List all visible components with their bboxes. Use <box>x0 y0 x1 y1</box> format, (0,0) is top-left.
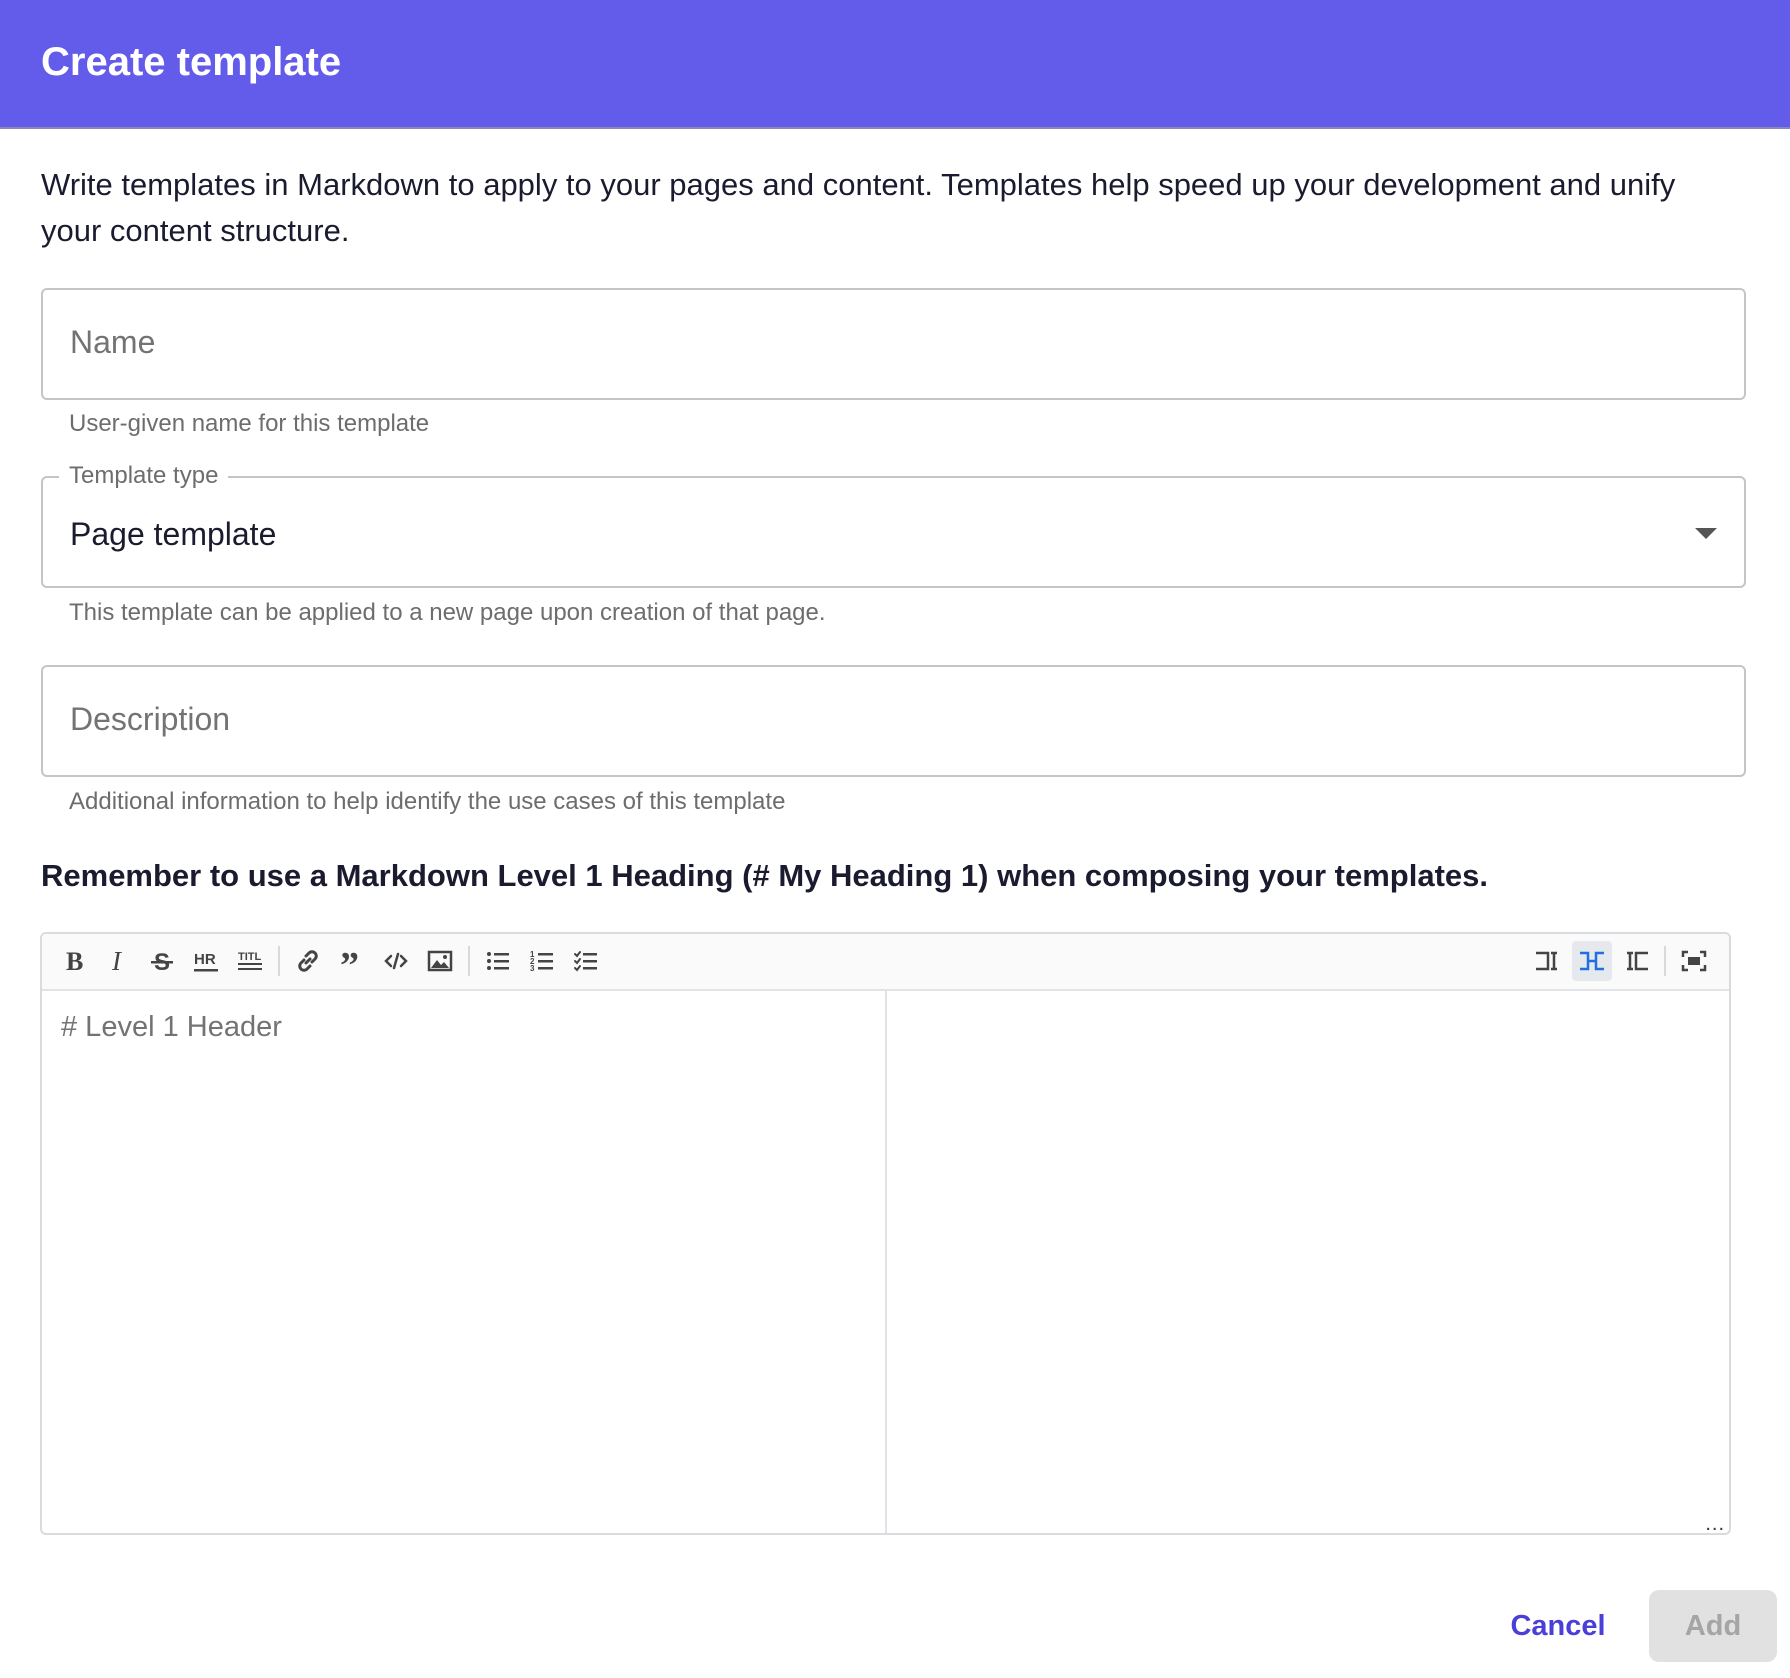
image-icon[interactable] <box>420 941 460 981</box>
name-field[interactable]: Name <box>41 288 1746 400</box>
template-type-helper-text: This template can be applied to a new pa… <box>69 599 826 626</box>
template-type-value: Page template <box>70 516 277 552</box>
fullscreen-icon[interactable] <box>1674 941 1714 981</box>
bulleted-list-icon[interactable] <box>478 941 518 981</box>
svg-text:B: B <box>66 948 83 974</box>
add-button[interactable]: Add <box>1649 1590 1777 1662</box>
numbered-list-icon[interactable]: 123 <box>522 941 562 981</box>
title-icon[interactable]: TITL <box>230 941 270 981</box>
link-icon[interactable] <box>288 941 328 981</box>
resize-handle-icon[interactable]: ... <box>1705 1514 1725 1533</box>
strikethrough-icon[interactable]: S <box>142 941 182 981</box>
code-icon[interactable] <box>376 941 416 981</box>
svg-text:HR: HR <box>194 951 216 968</box>
description-placeholder: Description <box>70 701 231 737</box>
name-placeholder: Name <box>70 324 156 360</box>
intro-text: Write templates in Markdown to apply to … <box>41 167 1676 248</box>
template-type-select[interactable]: Template type Page template <box>41 462 1746 588</box>
side-by-side-icon[interactable] <box>1572 941 1612 981</box>
toolbar-separator <box>278 946 280 976</box>
toolbar-separator <box>1664 946 1666 976</box>
name-helper-text: User-given name for this template <box>69 410 430 437</box>
markdown-editor: B I S HR TITL ” 1 2 3 # Level 1 Header .… <box>40 932 1731 1535</box>
toolbar-separator <box>468 946 470 976</box>
template-type-label: Template type <box>59 462 229 490</box>
dialog-title: Create template <box>41 40 342 84</box>
italic-icon[interactable]: I <box>98 941 138 981</box>
markdown-preview-pane: ... <box>889 991 1729 1533</box>
bold-icon[interactable]: B <box>54 941 94 981</box>
preview-only-icon[interactable] <box>1616 941 1656 981</box>
description-field[interactable]: Description <box>41 665 1746 777</box>
horizontal-rule-icon[interactable]: HR <box>186 941 226 981</box>
cancel-button[interactable]: Cancel <box>1490 1590 1626 1662</box>
svg-text:TITL: TITL <box>238 951 261 963</box>
editor-placeholder: # Level 1 Header <box>61 1011 282 1043</box>
markdown-input-pane[interactable]: # Level 1 Header <box>42 991 887 1533</box>
checklist-icon[interactable] <box>566 941 606 981</box>
chevron-down-icon[interactable] <box>1695 528 1717 539</box>
editor-toolbar: B I S HR TITL ” 1 2 3 <box>42 934 1729 991</box>
svg-text:3: 3 <box>530 964 535 973</box>
svg-text:”: ” <box>340 948 359 974</box>
markdown-reminder: Remember to use a Markdown Level 1 Headi… <box>41 858 1488 893</box>
svg-text:I: I <box>111 948 123 974</box>
editor-only-icon[interactable] <box>1528 941 1568 981</box>
description-helper-text: Additional information to help identify … <box>69 788 786 815</box>
dialog-header: Create template <box>0 0 1790 129</box>
quote-icon[interactable]: ” <box>332 941 372 981</box>
